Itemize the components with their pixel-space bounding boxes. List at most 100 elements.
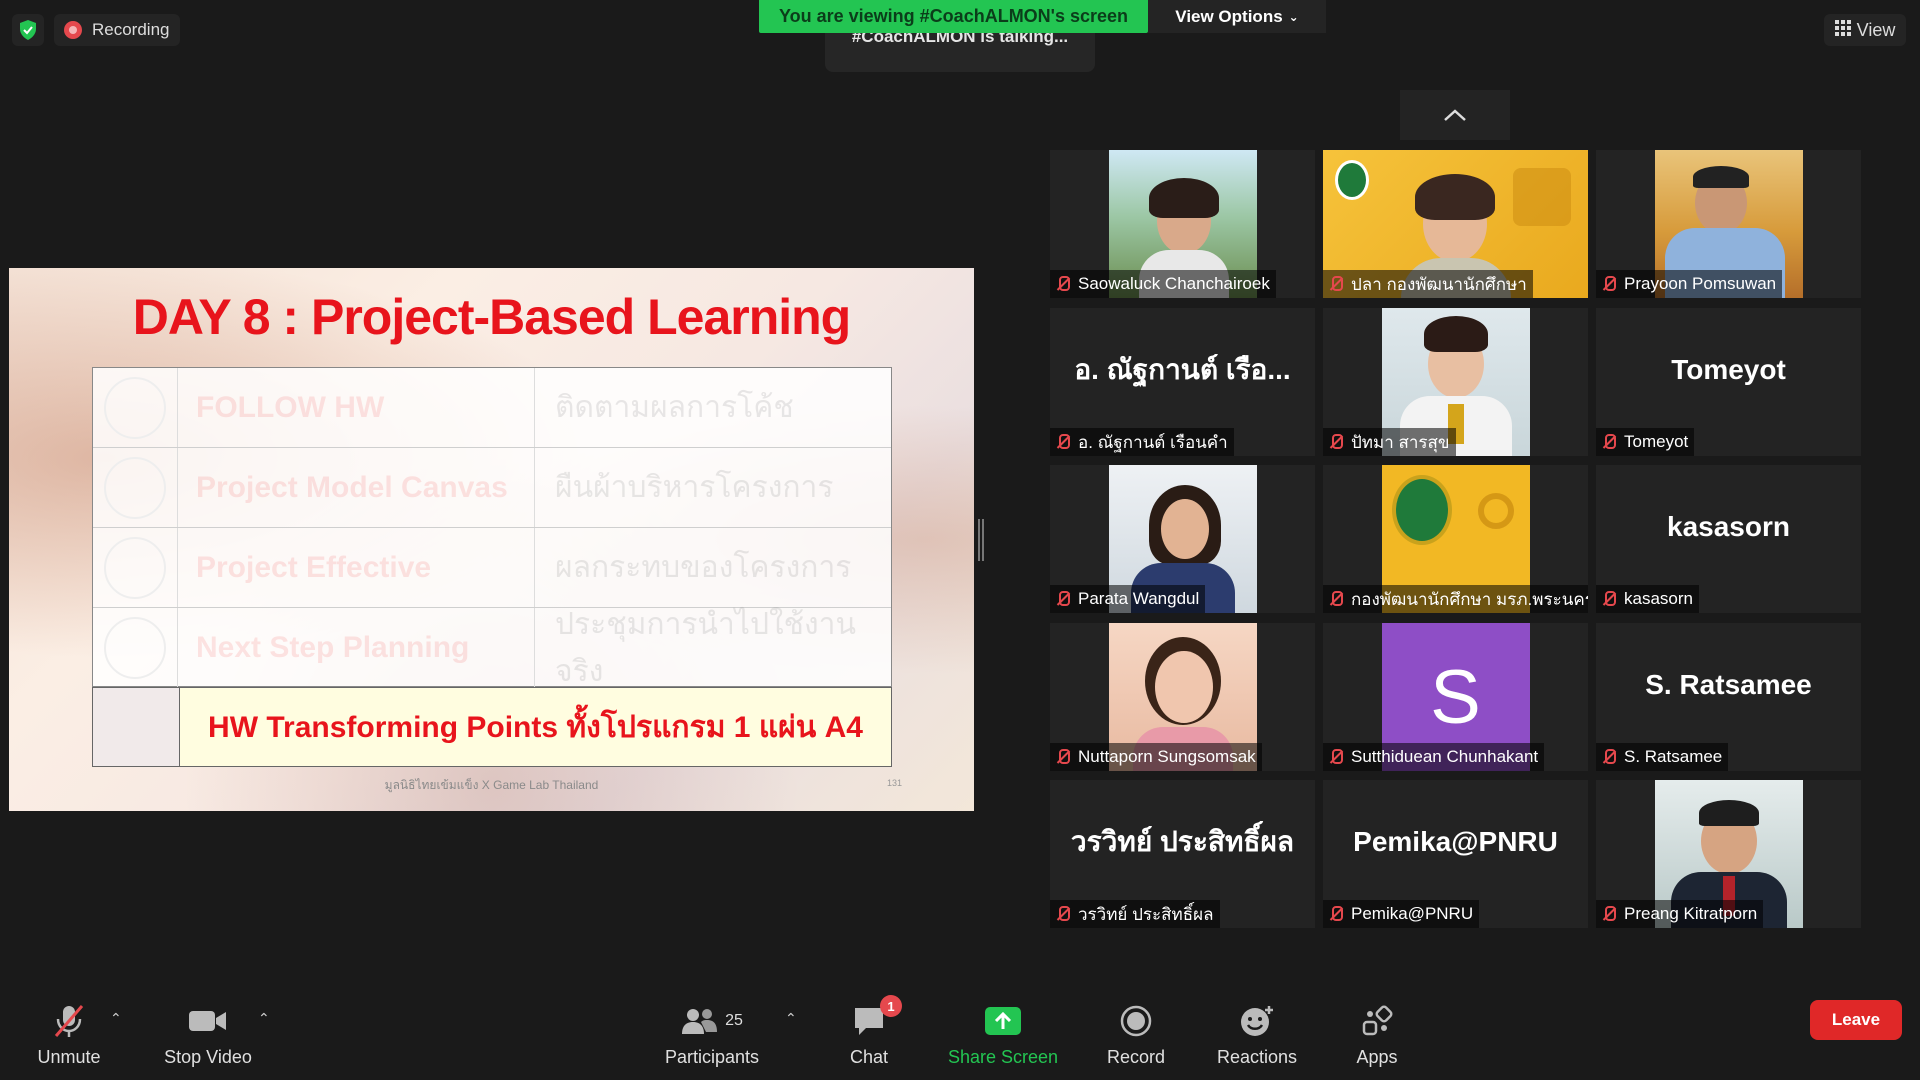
muted-mic-icon [1600, 275, 1618, 293]
table-row: Next Step Planning ประชุมการนำไปใช้งานจร… [93, 608, 891, 688]
participant-name: Preang Kitratporn [1624, 904, 1758, 923]
chat-button[interactable]: 1 Chat [829, 980, 909, 1080]
view-options-button[interactable]: View Options ⌄ [1148, 0, 1326, 33]
participant-name: Parata Wangdul [1078, 589, 1200, 608]
participant-tile[interactable]: กองพัฒนานักศึกษา มรภ.พระนคร [1323, 465, 1588, 613]
reactions-label: Reactions [1216, 1047, 1298, 1067]
clock-icon [104, 617, 166, 679]
muted-mic-icon [1327, 748, 1345, 766]
agenda-item: FOLLOW HW [178, 368, 535, 447]
record-button[interactable]: Record [1096, 980, 1176, 1080]
meeting-toolbar: Unmute ⌃ Stop Video ⌃ 25 Participants ⌃ … [0, 980, 1920, 1080]
chat-bubble-icon: 1 [852, 995, 902, 1039]
clock-icon [104, 376, 166, 439]
participant-tile[interactable]: Pemika@PNRU Pemika@PNRU [1323, 780, 1588, 928]
unmute-button[interactable]: Unmute [26, 980, 112, 1080]
slide-title: DAY 8 : Project-Based Learning [132, 289, 851, 345]
participant-name: Tomeyot [1624, 432, 1689, 451]
slide-footer: มูลนิธิไทยเข้มแข็ง X Game Lab Thailand [384, 778, 599, 792]
stop-video-label: Stop Video [164, 1047, 252, 1067]
share-screen-icon [984, 1003, 1022, 1039]
participant-name: S. Ratsamee [1624, 747, 1723, 766]
leave-button[interactable]: Leave [1810, 1000, 1902, 1040]
participant-display-name: Tomeyot [1671, 354, 1786, 385]
reactions-button[interactable]: Reactions [1205, 980, 1309, 1080]
viewing-screen-banner: You are viewing #CoachALMON's screen [759, 0, 1148, 33]
grid-icon [1834, 19, 1851, 41]
muted-mic-icon [1600, 748, 1618, 766]
apps-button[interactable]: Apps [1337, 980, 1417, 1080]
apps-icon [1361, 1003, 1393, 1039]
agenda-item: Project Effective [178, 528, 535, 607]
participant-name: วรวิทย์ ประสิทธิ์ผล [1078, 904, 1214, 924]
agenda-item-thai: ติดตามผลการโค้ช [555, 391, 794, 424]
video-options-caret-icon[interactable]: ⌃ [258, 1010, 270, 1027]
share-screen-button[interactable]: Share Screen [947, 980, 1059, 1080]
participant-tile[interactable]: Nuttaporn Sungsomsak [1050, 623, 1315, 771]
participant-display-name: kasasorn [1667, 511, 1790, 542]
participant-tile[interactable]: Tomeyot Tomeyot [1596, 308, 1861, 456]
panel-resize-handle[interactable] [978, 519, 984, 561]
muted-mic-icon [1054, 433, 1072, 451]
participants-button[interactable]: 25 Participants [656, 980, 768, 1080]
participant-tile[interactable]: ปลา กองพัฒนานักศึกษา [1323, 150, 1588, 298]
participant-display-name: Pemika@PNRU [1353, 826, 1558, 857]
stop-video-button[interactable]: Stop Video [158, 980, 258, 1080]
agenda-item-thai: ผืนผ้าบริหารโครงการ [555, 471, 834, 504]
participant-name: Pemika@PNRU [1351, 904, 1474, 923]
agenda-item-thai: ประชุมการนำไปใช้งานจริง [555, 608, 857, 688]
slide-agenda-table: FOLLOW HW ติดตามผลการโค้ช Project Model … [92, 367, 892, 688]
apps-label: Apps [1356, 1047, 1398, 1067]
participants-icon [682, 1009, 718, 1034]
participants-options-caret-icon[interactable]: ⌃ [785, 1010, 797, 1027]
muted-mic-icon [1054, 905, 1072, 923]
muted-mic-icon [1327, 590, 1345, 608]
slide-page-number: 131 [886, 778, 902, 788]
participant-name: Saowaluck Chanchairoek [1078, 274, 1270, 293]
recording-label: Recording [92, 20, 170, 39]
participants-count: 25 [725, 1012, 743, 1029]
chevron-down-icon: ⌄ [1288, 9, 1299, 24]
record-icon [1120, 1003, 1152, 1039]
participant-tile[interactable]: ปัทมา สารสุข [1323, 308, 1588, 456]
chat-unread-badge: 1 [880, 995, 902, 1017]
participant-name: ปลา กองพัฒนานักศึกษา [1351, 274, 1527, 294]
gallery-scroll-up-button[interactable] [1400, 90, 1510, 140]
table-row: Project Effective ผลกระทบของโครงการ [93, 528, 891, 608]
clock-icon [104, 536, 166, 599]
audio-options-caret-icon[interactable]: ⌃ [110, 1010, 122, 1027]
participant-tile[interactable]: อ. ณัฐกานต์ เรือ... อ. ณัฐกานต์ เรือนคำ [1050, 308, 1315, 456]
participant-tile[interactable]: S Sutthiduean Chunhakant [1323, 623, 1588, 771]
muted-mic-icon [1600, 433, 1618, 451]
participant-name: kasasorn [1624, 589, 1693, 608]
muted-mic-icon [1054, 275, 1072, 293]
muted-mic-icon [1054, 590, 1072, 608]
participant-name: ปัทมา สารสุข [1351, 432, 1450, 452]
participant-display-name: วรวิทย์ ประสิทธิ์ผล [1070, 826, 1295, 857]
muted-mic-icon [1600, 905, 1618, 923]
participants-label: Participants [664, 1047, 760, 1067]
agenda-item-thai: ผลกระทบของโครงการ [555, 551, 852, 584]
share-screen-label: Share Screen [947, 1047, 1059, 1067]
recording-indicator[interactable]: Recording [54, 14, 180, 46]
homework-text: HW Transforming Points ทั้งโปรแกรม 1 แผ่… [180, 688, 891, 766]
shared-screen-slide: DAY 8 : Project-Based Learning FOLLOW HW… [9, 268, 974, 811]
muted-mic-icon [1054, 748, 1072, 766]
participant-name: Sutthiduean Chunhakant [1351, 747, 1539, 766]
agenda-item: Project Model Canvas [178, 448, 535, 527]
participant-tile[interactable]: วรวิทย์ ประสิทธิ์ผล วรวิทย์ ประสิทธิ์ผล [1050, 780, 1315, 928]
participant-tile[interactable]: Saowaluck Chanchairoek [1050, 150, 1315, 298]
security-shield-icon[interactable] [12, 14, 44, 46]
participant-tile[interactable]: S. Ratsamee S. Ratsamee [1596, 623, 1861, 771]
participant-tile[interactable]: Prayoon Pomsuwan [1596, 150, 1861, 298]
record-label: Record [1106, 1047, 1166, 1067]
participant-name: กองพัฒนานักศึกษา มรภ.พระนคร [1351, 589, 1588, 609]
view-button[interactable]: View [1824, 14, 1906, 46]
table-row: Project Model Canvas ผืนผ้าบริหารโครงการ [93, 448, 891, 528]
participant-tile[interactable]: Parata Wangdul [1050, 465, 1315, 613]
muted-mic-icon [1327, 433, 1345, 451]
participant-name: อ. ณัฐกานต์ เรือนคำ [1078, 432, 1228, 452]
participant-tile[interactable]: kasasorn kasasorn [1596, 465, 1861, 613]
view-label: View [1856, 19, 1896, 40]
participant-tile[interactable]: Preang Kitratporn [1596, 780, 1861, 928]
